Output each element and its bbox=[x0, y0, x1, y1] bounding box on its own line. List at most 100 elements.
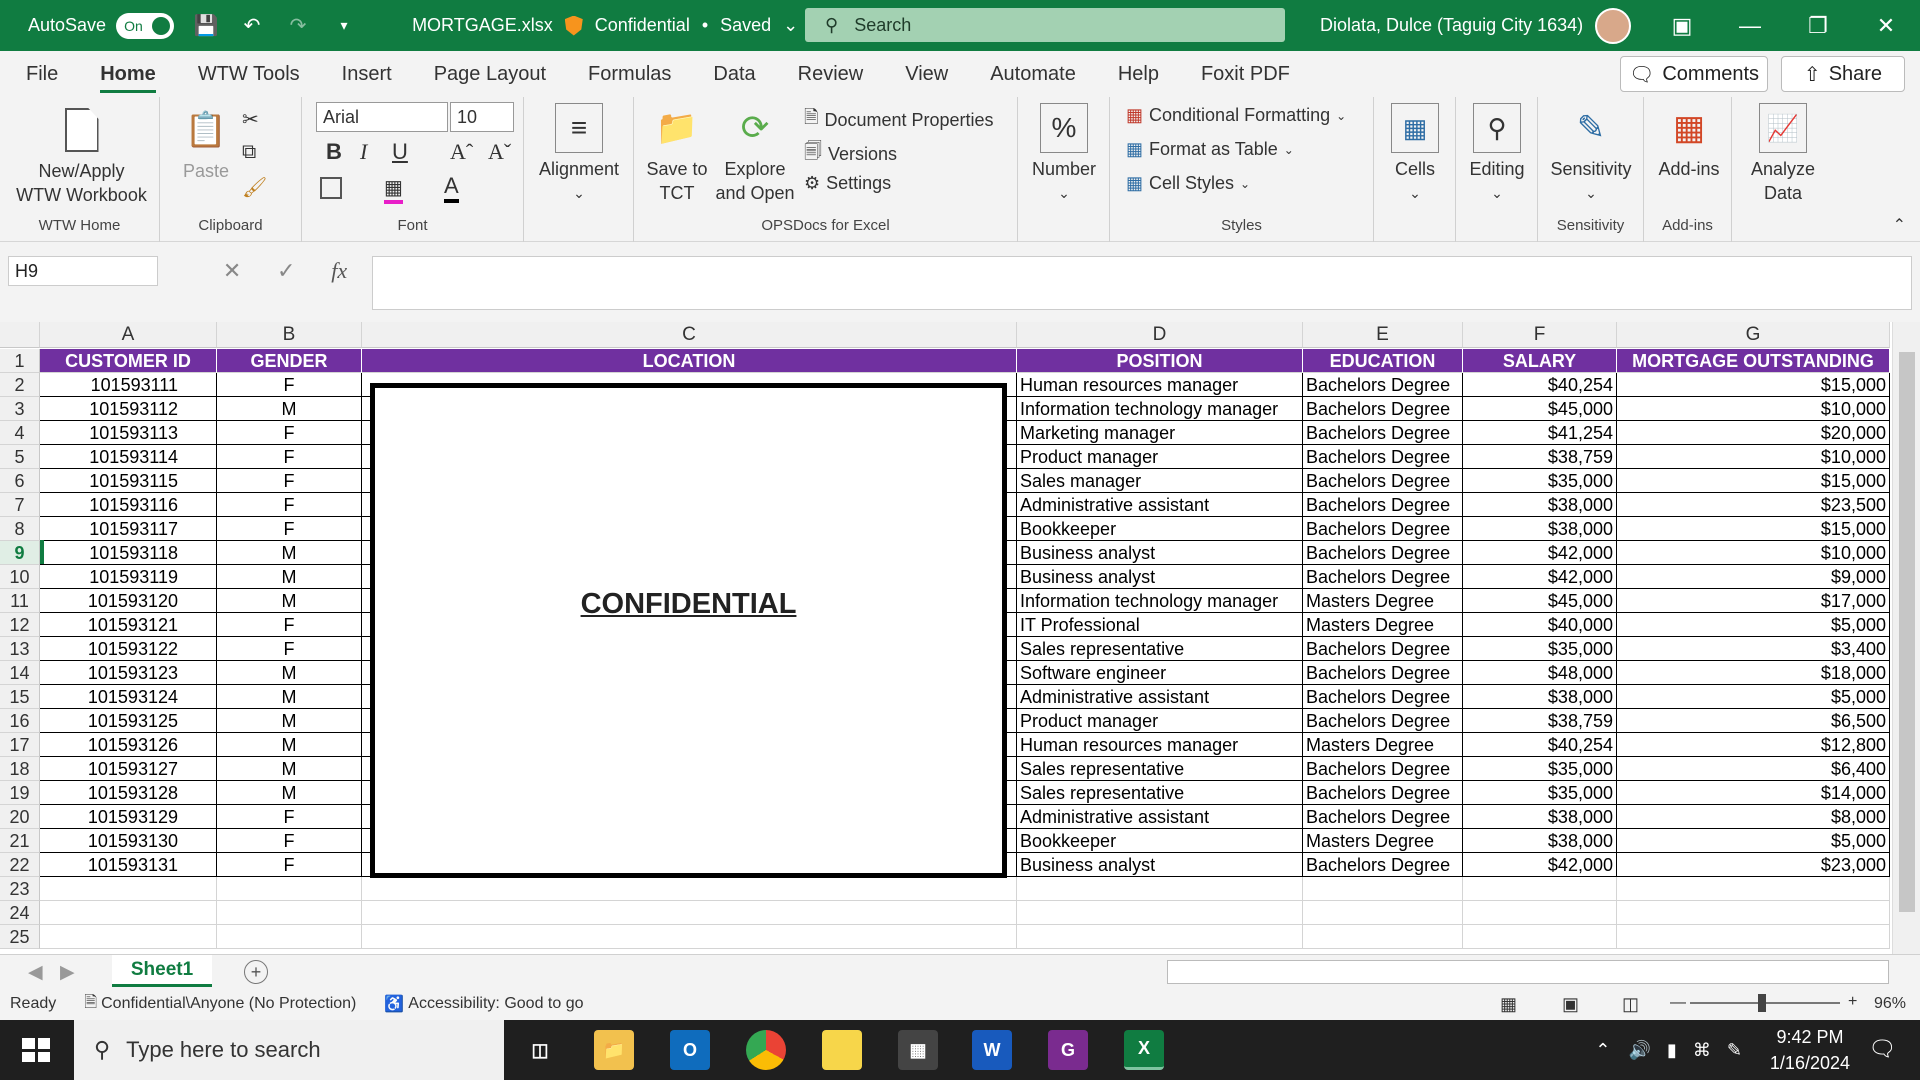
data-cell[interactable]: 101593128 bbox=[40, 781, 217, 805]
share-button[interactable]: ⇧ Share bbox=[1781, 56, 1905, 92]
data-cell[interactable]: Bachelors Degree bbox=[1303, 517, 1463, 541]
data-cell[interactable]: $9,000 bbox=[1617, 565, 1890, 589]
data-cell[interactable]: $3,400 bbox=[1617, 637, 1890, 661]
tab-view[interactable]: View bbox=[884, 51, 969, 97]
row-header[interactable]: 22 bbox=[0, 853, 40, 877]
redo-icon[interactable]: ↷ bbox=[284, 12, 312, 40]
font-size-select[interactable]: 10 bbox=[450, 102, 514, 132]
data-cell[interactable]: $15,000 bbox=[1617, 469, 1890, 493]
row-header[interactable]: 3 bbox=[0, 397, 40, 421]
data-cell[interactable]: M bbox=[217, 541, 362, 565]
notifications-icon[interactable]: 🗨 bbox=[1868, 1036, 1896, 1062]
column-header-b[interactable]: B bbox=[217, 322, 362, 348]
comments-button[interactable]: 🗨 Comments bbox=[1620, 56, 1768, 92]
empty-cell[interactable] bbox=[1617, 925, 1890, 949]
row-header[interactable]: 19 bbox=[0, 781, 40, 805]
format-as-table-button[interactable]: ▦ Format as Table ⌄ bbox=[1126, 139, 1294, 160]
font-color-icon[interactable]: A bbox=[444, 173, 459, 203]
data-cell[interactable]: Information technology manager bbox=[1017, 589, 1303, 613]
data-cell[interactable]: 101593127 bbox=[40, 757, 217, 781]
row-header[interactable]: 23 bbox=[0, 877, 40, 901]
data-cell[interactable]: Masters Degree bbox=[1303, 829, 1463, 853]
row-header[interactable]: 2 bbox=[0, 373, 40, 397]
data-cell[interactable]: F bbox=[217, 613, 362, 637]
data-cell[interactable]: $10,000 bbox=[1617, 397, 1890, 421]
data-cell[interactable]: $6,400 bbox=[1617, 757, 1890, 781]
data-cell[interactable]: Bachelors Degree bbox=[1303, 421, 1463, 445]
data-cell[interactable]: Sales manager bbox=[1017, 469, 1303, 493]
file-explorer-icon[interactable]: 📁 bbox=[594, 1030, 634, 1070]
document-properties-button[interactable]: 🗎 Document Properties bbox=[804, 105, 994, 135]
underline-button[interactable]: U bbox=[392, 139, 408, 165]
data-cell[interactable]: F bbox=[217, 805, 362, 829]
data-cell[interactable]: $40,254 bbox=[1463, 373, 1617, 397]
data-cell[interactable]: 101593123 bbox=[40, 661, 217, 685]
data-cell[interactable]: $5,000 bbox=[1617, 829, 1890, 853]
data-cell[interactable]: $8,000 bbox=[1617, 805, 1890, 829]
row-header[interactable]: 20 bbox=[0, 805, 40, 829]
data-cell[interactable]: Administrative assistant bbox=[1017, 493, 1303, 517]
word-icon[interactable]: W bbox=[972, 1030, 1012, 1070]
data-cell[interactable]: $35,000 bbox=[1463, 637, 1617, 661]
data-cell[interactable]: Product manager bbox=[1017, 445, 1303, 469]
data-cell[interactable]: F bbox=[217, 829, 362, 853]
enter-icon[interactable]: ✓ bbox=[277, 258, 295, 284]
data-cell[interactable]: Bachelors Degree bbox=[1303, 757, 1463, 781]
data-cell[interactable]: Bachelors Degree bbox=[1303, 661, 1463, 685]
format-painter-icon[interactable]: 🖌 bbox=[242, 175, 267, 200]
taskbar-clock[interactable]: 9:42 PM 1/16/2024 bbox=[1770, 1024, 1850, 1076]
close-icon[interactable]: ✕ bbox=[1852, 0, 1920, 51]
autosave-toggle[interactable]: On bbox=[116, 12, 175, 39]
data-cell[interactable]: $40,254 bbox=[1463, 733, 1617, 757]
data-cell[interactable]: 101593124 bbox=[40, 685, 217, 709]
data-cell[interactable]: 101593117 bbox=[40, 517, 217, 541]
scroll-thumb[interactable] bbox=[1899, 352, 1915, 912]
restore-icon[interactable]: ❐ bbox=[1784, 0, 1852, 51]
data-cell[interactable]: $14,000 bbox=[1617, 781, 1890, 805]
data-cell[interactable]: M bbox=[217, 709, 362, 733]
data-cell[interactable]: $38,000 bbox=[1463, 517, 1617, 541]
settings-button[interactable]: ⚙ Settings bbox=[804, 173, 891, 194]
collapse-ribbon-icon[interactable]: ⌃ bbox=[1893, 215, 1906, 235]
data-cell[interactable]: F bbox=[217, 853, 362, 877]
empty-cell[interactable] bbox=[217, 901, 362, 925]
data-cell[interactable]: $10,000 bbox=[1617, 445, 1890, 469]
row-header[interactable]: 7 bbox=[0, 493, 40, 517]
data-cell[interactable]: Masters Degree bbox=[1303, 613, 1463, 637]
data-cell[interactable]: Human resources manager bbox=[1017, 373, 1303, 397]
column-header-d[interactable]: D bbox=[1017, 322, 1303, 348]
row-header[interactable]: 16 bbox=[0, 709, 40, 733]
show-hidden-icon[interactable]: ⌃ bbox=[1595, 1040, 1610, 1061]
data-cell[interactable]: F bbox=[217, 373, 362, 397]
data-cell[interactable]: $6,500 bbox=[1617, 709, 1890, 733]
header-cell[interactable]: EDUCATION bbox=[1303, 349, 1463, 373]
data-cell[interactable]: $35,000 bbox=[1463, 757, 1617, 781]
tab-data[interactable]: Data bbox=[692, 51, 776, 97]
data-cell[interactable]: Administrative assistant bbox=[1017, 685, 1303, 709]
data-cell[interactable]: F bbox=[217, 469, 362, 493]
analyze-data-button[interactable]: 📈 Analyze Data bbox=[1746, 103, 1820, 205]
data-cell[interactable]: Software engineer bbox=[1017, 661, 1303, 685]
data-cell[interactable]: $45,000 bbox=[1463, 397, 1617, 421]
data-cell[interactable]: Sales representative bbox=[1017, 781, 1303, 805]
document-title[interactable]: MORTGAGE.xlsx Confidential • Saved ⌄ bbox=[412, 15, 798, 36]
data-cell[interactable]: 101593116 bbox=[40, 493, 217, 517]
add-ins-button[interactable]: ▦ Add-ins bbox=[1654, 103, 1724, 181]
windows-start-icon[interactable] bbox=[14, 1034, 58, 1066]
zoom-level[interactable]: 96% bbox=[1874, 995, 1906, 1013]
conditional-formatting-button[interactable]: ▦ Conditional Formatting ⌄ bbox=[1126, 105, 1346, 126]
empty-cell[interactable] bbox=[217, 877, 362, 901]
row-header[interactable]: 9 bbox=[0, 541, 40, 565]
data-cell[interactable]: $41,254 bbox=[1463, 421, 1617, 445]
data-cell[interactable]: $20,000 bbox=[1617, 421, 1890, 445]
data-cell[interactable]: $35,000 bbox=[1463, 781, 1617, 805]
row-header[interactable]: 14 bbox=[0, 661, 40, 685]
bold-button[interactable]: B bbox=[326, 139, 342, 165]
data-cell[interactable]: F bbox=[217, 493, 362, 517]
data-cell[interactable]: IT Professional bbox=[1017, 613, 1303, 637]
cells-button[interactable]: ▦ Cells ⌄ bbox=[1388, 103, 1442, 205]
borders-icon[interactable] bbox=[320, 177, 342, 199]
header-cell[interactable]: LOCATION bbox=[362, 349, 1017, 373]
empty-cell[interactable] bbox=[1017, 877, 1303, 901]
alignment-button[interactable]: ≡ Alignment ⌄ bbox=[538, 103, 620, 205]
